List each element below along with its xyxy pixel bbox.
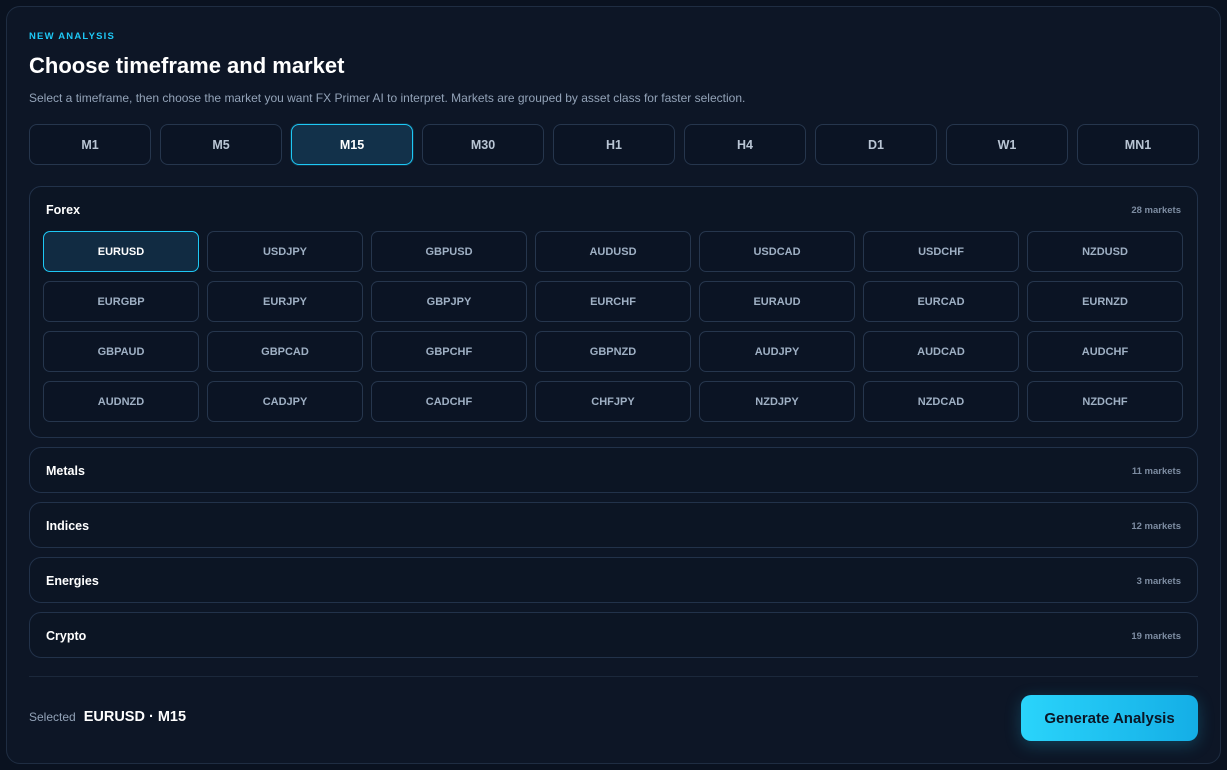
market-usdjpy[interactable]: USDJPY — [207, 231, 363, 272]
market-cadchf[interactable]: CADCHF — [371, 381, 527, 422]
timeframe-h4[interactable]: H4 — [684, 124, 806, 165]
selection-summary: Selected EURUSD · M15 — [29, 709, 186, 725]
market-eurnzd[interactable]: EURNZD — [1027, 281, 1183, 322]
market-nzdchf[interactable]: NZDCHF — [1027, 381, 1183, 422]
group-metals-count: 11 markets — [1131, 465, 1181, 477]
timeframe-m5[interactable]: M5 — [160, 124, 282, 165]
group-forex-header[interactable]: Forex 28 markets — [46, 187, 1181, 233]
market-eurchf[interactable]: EURCHF — [535, 281, 691, 322]
group-indices[interactable]: Indices 12 markets — [29, 502, 1198, 548]
selected-value: EURUSD · M15 — [83, 709, 187, 725]
market-gbpjpy[interactable]: GBPJPY — [371, 281, 527, 322]
market-nzdcad[interactable]: NZDCAD — [863, 381, 1019, 422]
group-indices-name: Indices — [46, 519, 90, 533]
market-cadjpy[interactable]: CADJPY — [207, 381, 363, 422]
timeframe-m30[interactable]: M30 — [422, 124, 544, 165]
group-energies-count: 3 markets — [1136, 575, 1181, 587]
group-forex-name: Forex — [46, 203, 81, 217]
market-nzdusd[interactable]: NZDUSD — [1027, 231, 1183, 272]
selected-label: Selected — [29, 710, 76, 724]
market-eurcad[interactable]: EURCAD — [863, 281, 1019, 322]
market-audjpy[interactable]: AUDJPY — [699, 331, 855, 372]
market-usdcad[interactable]: USDCAD — [699, 231, 855, 272]
group-forex: Forex 28 markets EURUSD USDJPY GBPUSD AU… — [29, 186, 1198, 438]
generate-analysis-button[interactable]: Generate Analysis — [1021, 695, 1198, 741]
analysis-card: NEW ANALYSIS Choose timeframe and market… — [6, 6, 1221, 764]
market-euraud[interactable]: EURAUD — [699, 281, 855, 322]
market-audusd[interactable]: AUDUSD — [535, 231, 691, 272]
market-gbpaud[interactable]: GBPAUD — [43, 331, 199, 372]
market-eurusd[interactable]: EURUSD — [43, 231, 199, 272]
market-audnzd[interactable]: AUDNZD — [43, 381, 199, 422]
eyebrow-label: NEW ANALYSIS — [29, 31, 116, 42]
group-indices-count: 12 markets — [1131, 520, 1181, 532]
group-crypto-name: Crypto — [46, 629, 87, 643]
group-energies[interactable]: Energies 3 markets — [29, 557, 1198, 603]
timeframe-h1[interactable]: H1 — [553, 124, 675, 165]
market-usdchf[interactable]: USDCHF — [863, 231, 1019, 272]
group-crypto-count: 19 markets — [1131, 630, 1181, 642]
page-subtitle: Select a timeframe, then choose the mark… — [29, 91, 746, 105]
market-gbpnzd[interactable]: GBPNZD — [535, 331, 691, 372]
market-gbpusd[interactable]: GBPUSD — [371, 231, 527, 272]
forex-market-grid: EURUSD USDJPY GBPUSD AUDUSD USDCAD USDCH… — [43, 231, 1183, 422]
market-audchf[interactable]: AUDCHF — [1027, 331, 1183, 372]
group-crypto[interactable]: Crypto 19 markets — [29, 612, 1198, 658]
group-forex-count: 28 markets — [1131, 204, 1181, 216]
timeframe-m1[interactable]: M1 — [29, 124, 151, 165]
timeframe-d1[interactable]: D1 — [815, 124, 937, 165]
group-energies-name: Energies — [46, 574, 99, 588]
market-gbpchf[interactable]: GBPCHF — [371, 331, 527, 372]
timeframe-mn1[interactable]: MN1 — [1077, 124, 1199, 165]
timeframe-selector: M1 M5 M15 M30 H1 H4 D1 W1 MN1 — [29, 124, 1199, 165]
market-eurjpy[interactable]: EURJPY — [207, 281, 363, 322]
market-eurgbp[interactable]: EURGBP — [43, 281, 199, 322]
footer-divider — [29, 676, 1198, 677]
group-metals-name: Metals — [46, 464, 85, 478]
timeframe-m15[interactable]: M15 — [291, 124, 413, 165]
market-nzdjpy[interactable]: NZDJPY — [699, 381, 855, 422]
market-audcad[interactable]: AUDCAD — [863, 331, 1019, 372]
group-metals[interactable]: Metals 11 markets — [29, 447, 1198, 493]
page-title: Choose timeframe and market — [29, 53, 345, 78]
timeframe-w1[interactable]: W1 — [946, 124, 1068, 165]
market-gbpcad[interactable]: GBPCAD — [207, 331, 363, 372]
market-chfjpy[interactable]: CHFJPY — [535, 381, 691, 422]
